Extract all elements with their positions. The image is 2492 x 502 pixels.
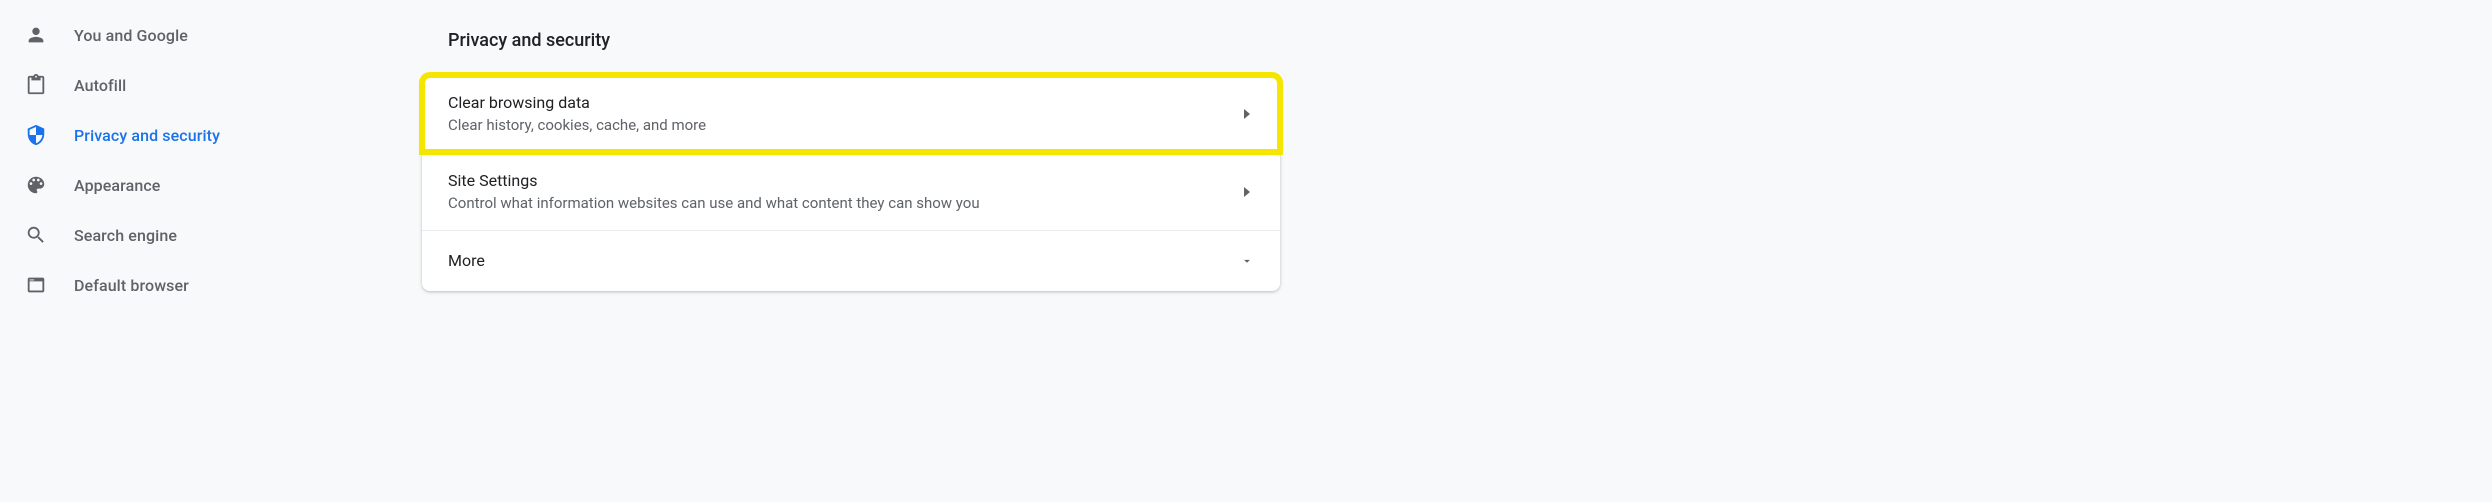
sidebar-item-privacy-security[interactable]: Privacy and security bbox=[0, 110, 380, 160]
row-text: Clear browsing data Clear history, cooki… bbox=[448, 93, 706, 134]
palette-icon bbox=[24, 173, 48, 197]
row-title: Clear browsing data bbox=[448, 93, 706, 112]
row-more[interactable]: More bbox=[422, 230, 1280, 291]
row-subtitle: Control what information websites can us… bbox=[448, 194, 980, 212]
sidebar-item-you-and-google[interactable]: You and Google bbox=[0, 10, 380, 60]
sidebar-item-label: You and Google bbox=[74, 26, 188, 45]
row-text: More bbox=[448, 249, 485, 273]
row-subtitle: Clear history, cookies, cache, and more bbox=[448, 116, 706, 134]
search-icon bbox=[24, 223, 48, 247]
sidebar-item-label: Privacy and security bbox=[74, 126, 220, 145]
row-site-settings[interactable]: Site Settings Control what information w… bbox=[422, 152, 1280, 230]
clipboard-icon bbox=[24, 73, 48, 97]
row-title: More bbox=[448, 249, 485, 273]
chevron-down-icon bbox=[1240, 254, 1254, 268]
arrow-right-icon bbox=[1240, 107, 1254, 121]
section-title: Privacy and security bbox=[422, 30, 2492, 51]
sidebar-item-autofill[interactable]: Autofill bbox=[0, 60, 380, 110]
privacy-card-group: Clear browsing data Clear history, cooki… bbox=[422, 75, 1280, 291]
sidebar-item-label: Default browser bbox=[74, 276, 189, 295]
settings-sidebar: You and Google Autofill Privacy and secu… bbox=[0, 0, 380, 502]
browser-icon bbox=[24, 273, 48, 297]
shield-icon bbox=[24, 123, 48, 147]
sidebar-item-label: Search engine bbox=[74, 226, 177, 245]
sidebar-item-label: Autofill bbox=[74, 76, 126, 95]
person-icon bbox=[24, 23, 48, 47]
arrow-right-icon bbox=[1240, 185, 1254, 199]
settings-main: Privacy and security Clear browsing data… bbox=[380, 0, 2492, 502]
sidebar-item-appearance[interactable]: Appearance bbox=[0, 160, 380, 210]
sidebar-item-search-engine[interactable]: Search engine bbox=[0, 210, 380, 260]
sidebar-item-default-browser[interactable]: Default browser bbox=[0, 260, 380, 310]
row-text: Site Settings Control what information w… bbox=[448, 171, 980, 212]
sidebar-item-label: Appearance bbox=[74, 176, 160, 195]
row-clear-browsing-data[interactable]: Clear browsing data Clear history, cooki… bbox=[422, 75, 1280, 152]
row-title: Site Settings bbox=[448, 171, 980, 190]
